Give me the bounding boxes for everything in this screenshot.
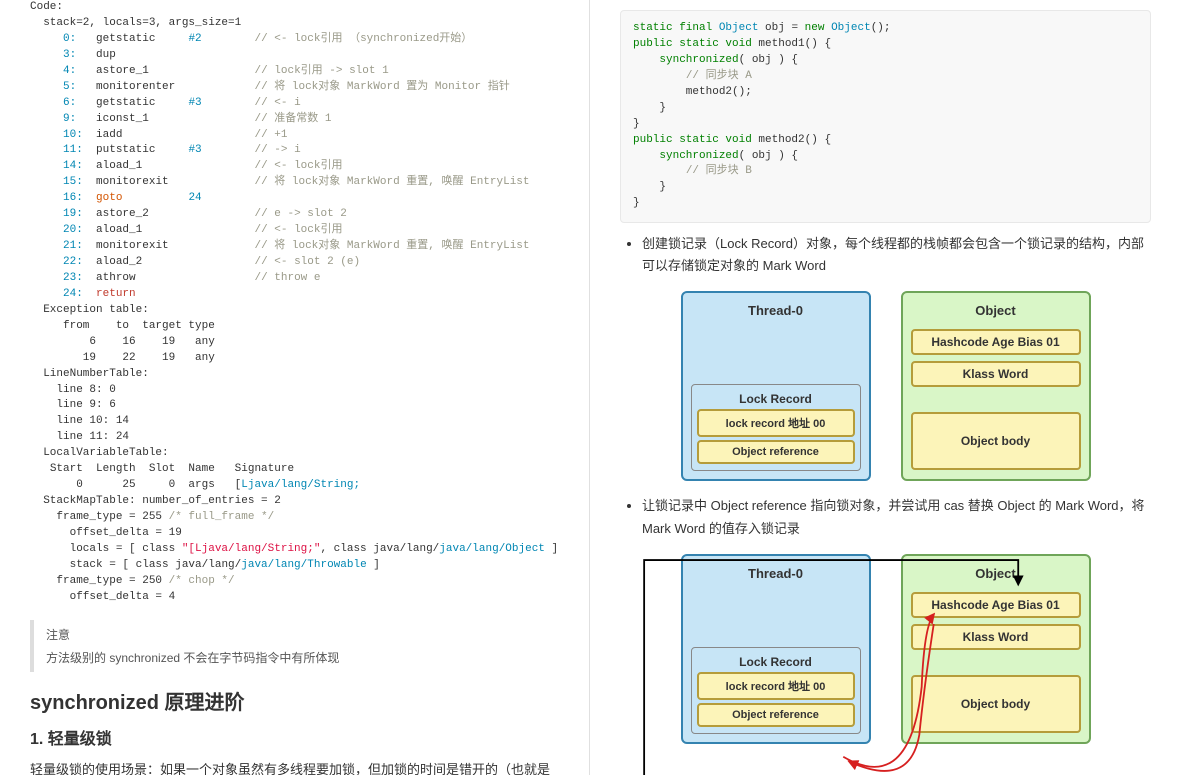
thread-title: Thread-0 [689,299,863,326]
thread-title-2: Thread-0 [689,562,863,589]
object-box-2: Object Hashcode Age Bias 01 Klass Word O… [901,554,1091,744]
object-body: Object body [911,412,1081,470]
thread-box: Thread-0 Lock Record lock record 地址 00 O… [681,291,871,481]
lock-record-title: Lock Record [695,392,857,406]
heading-lightweight: 1. 轻量级锁 [30,725,559,749]
hash-field-2: Hashcode Age Bias 01 [911,592,1081,618]
diagram-2: Thread-0 Lock Record lock record 地址 00 O… [620,554,1151,744]
note-body: 方法级别的 synchronized 不会在字节码指令中有所体现 [46,649,547,666]
lock-record-addr: lock record 地址 00 [697,409,855,437]
left-column: Code: stack=2, locals=3, args_size=1 0: … [0,0,590,775]
object-body-2: Object body [911,675,1081,733]
object-title: Object [909,299,1083,326]
lock-record-addr-2: lock record 地址 00 [697,672,855,700]
object-reference-2: Object reference [697,703,855,727]
note-title: 注意 [46,626,547,643]
java-code-block: static final Object obj = new Object(); … [620,10,1151,223]
hash-field: Hashcode Age Bias 01 [911,329,1081,355]
object-reference: Object reference [697,440,855,464]
java-path: java [373,543,399,555]
thread-box-2: Thread-0 Lock Record lock record 地址 00 O… [681,554,871,744]
bullet-1: 创建锁记录（Lock Record）对象，每个线程都的栈帧都会包含一个锁记录的结… [642,233,1151,277]
note-block: 注意 方法级别的 synchronized 不会在字节码指令中有所体现 [30,620,559,672]
lock-record-title-2: Lock Record [695,655,857,669]
klass-field: Klass Word [911,361,1081,387]
object-title-2: Object [909,562,1083,589]
bullet-2: 让锁记录中 Object reference 指向锁对象，并尝试用 cas 替换… [642,495,1151,539]
bytecode-block: Code: stack=2, locals=3, args_size=1 0: … [30,0,559,606]
klass-field-2: Klass Word [911,624,1081,650]
lock-record-box-2: Lock Record lock record 地址 00 Object ref… [691,647,861,734]
para-1: 轻量级锁的使用场景：如果一个对象虽然有多线程要加锁，但加锁的时间是错开的（也就是… [30,759,559,775]
right-column: static final Object obj = new Object(); … [590,0,1181,775]
object-box: Object Hashcode Age Bias 01 Klass Word O… [901,291,1091,481]
lock-record-box: Lock Record lock record 地址 00 Object ref… [691,384,861,471]
diagram-1: Thread-0 Lock Record lock record 地址 00 O… [620,291,1151,481]
heading-advanced: synchronized 原理进阶 [30,686,559,715]
